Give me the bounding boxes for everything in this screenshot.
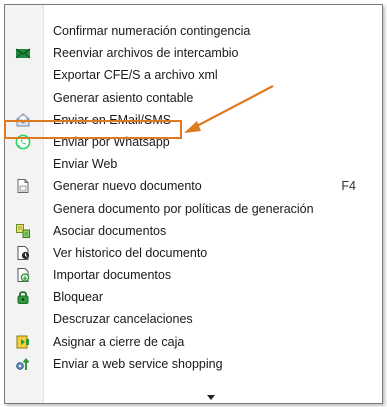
menu-item-enviar-web-service[interactable]: Enviar a web service shopping	[5, 353, 382, 375]
menu-item-label: Descruzar cancelaciones	[53, 312, 193, 327]
new-document-icon	[15, 178, 31, 194]
menu-item-label: Confirmar numeración contingencia	[53, 24, 251, 38]
menu-item-exportar-cfe[interactable]: Exportar CFE/S a archivo xml	[5, 64, 382, 86]
menu-item-ver-historico[interactable]: Ver historico del documento	[5, 242, 382, 264]
menu-item-generar-asiento[interactable]: Generar asiento contable	[5, 87, 382, 109]
green-envelope-icon	[15, 45, 31, 61]
menu-item-label: Asignar a cierre de caja	[53, 334, 185, 349]
menu-item-reenviar-archivos[interactable]: Reenviar archivos de intercambio	[5, 42, 382, 64]
menu-item-label: Ver historico del documento	[53, 245, 208, 260]
whatsapp-highlight-box	[4, 120, 182, 139]
menu-item-label: Bloquear	[53, 290, 104, 305]
web-service-icon	[15, 356, 31, 372]
menu-item-asignar-cierre-caja[interactable]: Asignar a cierre de caja	[5, 331, 382, 353]
import-documents-icon	[15, 267, 31, 283]
lock-icon	[15, 289, 31, 305]
menu-item-label: Enviar a web service shopping	[53, 356, 223, 371]
menu-item-bloquear[interactable]: Bloquear	[5, 286, 382, 308]
menu-item-importar-documentos[interactable]: Importar documentos	[5, 264, 382, 286]
menu-item-genera-por-politicas[interactable]: Genera documento por políticas de genera…	[5, 198, 382, 220]
menu-item-generar-nuevo-documento[interactable]: Generar nuevo documento F4	[5, 175, 382, 197]
document-history-icon	[15, 245, 31, 261]
menu-item-label: Generar nuevo documento	[53, 179, 202, 194]
menu-item-enviar-web[interactable]: Enviar Web	[5, 153, 382, 175]
associate-documents-icon	[15, 223, 31, 239]
scroll-down-arrow-icon[interactable]	[207, 395, 215, 400]
menu-item-label: Genera documento por políticas de genera…	[53, 201, 314, 216]
shortcut-label: F4	[341, 179, 356, 194]
menu-item-label: Reenviar archivos de intercambio	[53, 46, 239, 61]
menu-item-confirmar-numeracion[interactable]: Confirmar numeración contingencia	[5, 20, 382, 42]
menu-list: Confirmar numeración contingencia Reenvi…	[5, 20, 382, 375]
menu-item-label: Generar asiento contable	[53, 90, 194, 105]
menu-item-descruzar-cancelaciones[interactable]: Descruzar cancelaciones	[5, 308, 382, 330]
context-menu: Confirmar numeración contingencia Reenvi…	[4, 4, 383, 404]
menu-item-label: Importar documentos	[53, 268, 172, 283]
menu-item-label: Asociar documentos	[53, 223, 167, 238]
cash-close-icon	[15, 334, 31, 350]
menu-item-label: Exportar CFE/S a archivo xml	[53, 68, 218, 83]
menu-item-label: Enviar Web	[53, 157, 118, 172]
menu-item-asociar-documentos[interactable]: Asociar documentos	[5, 220, 382, 242]
